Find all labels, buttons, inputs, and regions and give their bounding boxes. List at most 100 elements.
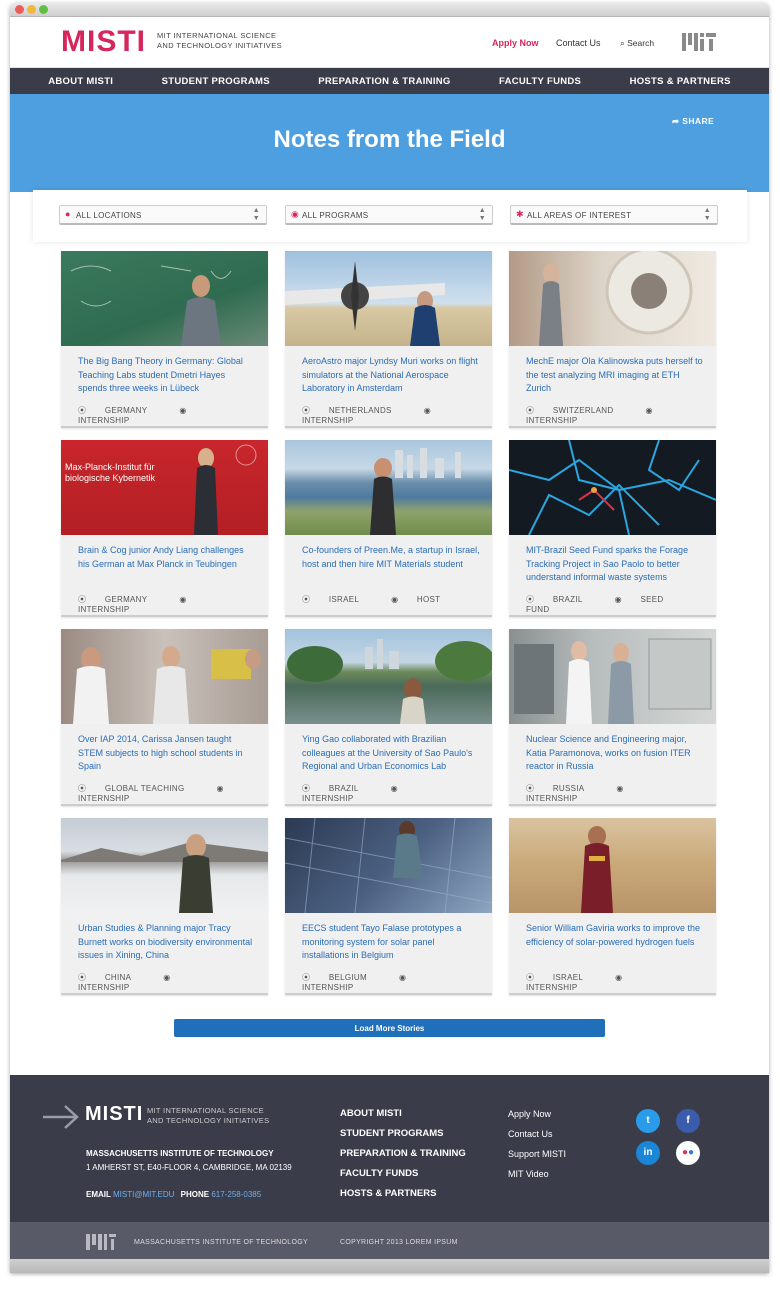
story-location: RUSSIA: [552, 784, 585, 793]
twitter-icon[interactable]: t: [636, 1109, 660, 1133]
footer-institute: MASSACHUSETTS INSTITUTE OF TECHNOLOGY: [86, 1149, 274, 1158]
story-card[interactable]: Senior William Gaviria works to improve …: [509, 818, 716, 995]
email-link[interactable]: MISTI@MIT.EDU: [113, 1190, 174, 1199]
area-filter-value: ALL AREAS OF INTEREST: [527, 211, 632, 220]
flickr-icon[interactable]: ●●: [676, 1141, 700, 1165]
story-card[interactable]: The Big Bang Theory in Germany: Global T…: [61, 251, 268, 428]
share-icon: ➦: [672, 116, 683, 126]
story-caption[interactable]: Over IAP 2014, Carissa Jansen taught STE…: [61, 724, 268, 772]
filter-bar: ● ALL LOCATIONS ▲ ▼ ◉ ALL PROGRAMS ▲ ▼ ✱ A…: [33, 190, 747, 242]
story-type: INTERNSHIP: [526, 416, 578, 425]
footer-apply-now-link[interactable]: Apply Now: [508, 1109, 551, 1119]
nav-faculty-funds[interactable]: FACULTY FUNDS: [499, 76, 581, 87]
location-pin-icon: ⦿: [526, 595, 537, 604]
footer-contact-us-link[interactable]: Contact Us: [508, 1129, 553, 1139]
story-caption[interactable]: The Big Bang Theory in Germany: Global T…: [61, 346, 268, 394]
program-filter[interactable]: ◉ ALL PROGRAMS ▲ ▼: [285, 205, 493, 225]
hero-banner: ➦ SHARE Notes from the Field: [10, 94, 769, 192]
story-card[interactable]: EECS student Tayo Falase prototypes a mo…: [285, 818, 492, 995]
footer-nav-about-misti[interactable]: ABOUT MISTI: [340, 1108, 402, 1119]
story-caption[interactable]: Co-founders of Preen.Me, a startup in Is…: [285, 535, 492, 583]
story-card[interactable]: Co-founders of Preen.Me, a startup in Is…: [285, 440, 492, 617]
story-caption[interactable]: Nuclear Science and Engineering major, K…: [509, 724, 716, 772]
page-title: Notes from the Field: [273, 126, 506, 153]
nav-about-misti[interactable]: ABOUT MISTI: [48, 76, 113, 87]
nav-preparation-training[interactable]: PREPARATION & TRAINING: [318, 76, 450, 87]
apply-now-link[interactable]: Apply Now: [492, 38, 539, 48]
story-card[interactable]: Ying Gao collaborated with Brazilian col…: [285, 629, 492, 806]
story-caption[interactable]: AeroAstro major Lyndsy Muri works on fli…: [285, 346, 492, 394]
sub-footer: MASSACHUSETTS INSTITUTE OF TECHNOLOGY CO…: [10, 1222, 769, 1262]
location-tag: ⦿ ISRAEL: [302, 595, 375, 604]
story-card[interactable]: MechE major Ola Kalinowska puts herself …: [509, 251, 716, 428]
story-photo-tel-aviv: [285, 440, 492, 535]
area-filter[interactable]: ✱ ALL AREAS OF INTEREST ▲ ▼: [510, 205, 718, 225]
story-location: ISRAEL: [552, 973, 584, 982]
footer-nav-faculty-funds[interactable]: FACULTY FUNDS: [340, 1168, 418, 1179]
phone-link[interactable]: 617-258-0385: [211, 1190, 261, 1199]
location-pin-icon: ⦿: [302, 784, 313, 793]
search-link[interactable]: ⌕ Search: [620, 38, 654, 49]
map-scene: [509, 440, 716, 535]
location-tag: ⦿ BRAZIL: [526, 595, 599, 604]
location-filter[interactable]: ● ALL LOCATIONS ▲ ▼: [59, 205, 267, 225]
maximize-window-button[interactable]: [39, 5, 48, 14]
story-card[interactable]: Over IAP 2014, Carissa Jansen taught STE…: [61, 629, 268, 806]
location-pin-icon: ⦿: [526, 784, 537, 793]
footer-support-misti-link[interactable]: Support MISTI: [508, 1149, 566, 1159]
story-caption[interactable]: Brain & Cog junior Andy Liang challenges…: [61, 535, 268, 583]
story-meta: ⦿ SWITZERLAND ◉ INTERNSHIP: [526, 405, 716, 425]
minimize-window-button[interactable]: [27, 5, 36, 14]
story-caption[interactable]: MIT-Brazil Seed Fund sparks the Forage T…: [509, 535, 716, 583]
story-location: SWITZERLAND: [552, 406, 614, 415]
story-meta: ⦿ BRAZIL ◉ INTERNSHIP: [302, 783, 492, 803]
nav-hosts-partners[interactable]: HOSTS & PARTNERS: [630, 76, 731, 87]
story-card[interactable]: AeroAstro major Lyndsy Muri works on fli…: [285, 251, 492, 428]
reactor-scene: [514, 638, 712, 724]
story-caption[interactable]: Urban Studies & Planning major Tracy Bur…: [61, 913, 268, 961]
copyright: COPYRIGHT 2013 LOREM IPSUM: [340, 1239, 458, 1246]
nav-student-programs[interactable]: STUDENT PROGRAMS: [162, 76, 270, 87]
footer-nav-student-programs[interactable]: STUDENT PROGRAMS: [340, 1128, 443, 1139]
eye-icon: ◉: [614, 595, 625, 604]
footer-nav-hosts-partners[interactable]: HOSTS & PARTNERS: [340, 1188, 436, 1199]
story-location: BELGIUM: [328, 973, 367, 982]
story-meta: ⦿ GERMANY ◉ INTERNSHIP: [78, 405, 268, 425]
story-location: GERMANY: [104, 595, 148, 604]
location-tag: ⦿ GLOBAL TEACHING: [78, 784, 200, 793]
story-card[interactable]: MIT-Brazil Seed Fund sparks the Forage T…: [509, 440, 716, 617]
story-location: BRAZIL: [328, 784, 359, 793]
close-window-button[interactable]: [15, 5, 24, 14]
footer-mit-video-link[interactable]: MIT Video: [508, 1169, 549, 1179]
misti-logo[interactable]: MISTI: [61, 27, 146, 57]
footer-tagline: MIT INTERNATIONAL SCIENCE AND TECHNOLOGY…: [147, 1106, 269, 1126]
email-label: EMAIL: [86, 1190, 111, 1199]
story-caption[interactable]: Senior William Gaviria works to improve …: [509, 913, 716, 961]
location-pin-icon: ⦿: [302, 595, 313, 604]
mit-logo[interactable]: [86, 1234, 116, 1250]
story-caption[interactable]: MechE major Ola Kalinowska puts herself …: [509, 346, 716, 394]
location-tag: ⦿ BRAZIL: [302, 784, 375, 793]
load-more-button[interactable]: Load More Stories: [174, 1019, 605, 1037]
story-meta: ⦿ CHINA ◉ INTERNSHIP: [78, 972, 268, 992]
story-type: INTERNSHIP: [78, 605, 130, 614]
linkedin-icon[interactable]: in: [636, 1141, 660, 1165]
footer-logo[interactable]: MISTI: [85, 1103, 143, 1126]
location-pin-icon: ⦿: [302, 973, 313, 982]
story-card[interactable]: Max-Planck-Institut für biologische Kyber…: [61, 440, 268, 617]
story-card[interactable]: Nuclear Science and Engineering major, K…: [509, 629, 716, 806]
facebook-icon[interactable]: f: [676, 1109, 700, 1133]
contact-us-link[interactable]: Contact Us: [556, 38, 601, 48]
story-card[interactable]: Urban Studies & Planning major Tracy Bur…: [61, 818, 268, 995]
location-pin-icon: ●: [65, 209, 71, 219]
story-caption[interactable]: Ying Gao collaborated with Brazilian col…: [285, 724, 492, 772]
story-location: BRAZIL: [552, 595, 583, 604]
story-location: ISRAEL: [328, 595, 360, 604]
story-photo-mri: [509, 251, 716, 346]
footer-nav-preparation-training[interactable]: PREPARATION & TRAINING: [340, 1148, 466, 1159]
story-type: INTERNSHIP: [526, 794, 578, 803]
type-tag: ◉ HOST: [391, 595, 456, 604]
mit-logo[interactable]: [682, 33, 716, 51]
footer-tagline-line-2: AND TECHNOLOGY INITIATIVES: [147, 1116, 270, 1125]
story-caption[interactable]: EECS student Tayo Falase prototypes a mo…: [285, 913, 492, 961]
